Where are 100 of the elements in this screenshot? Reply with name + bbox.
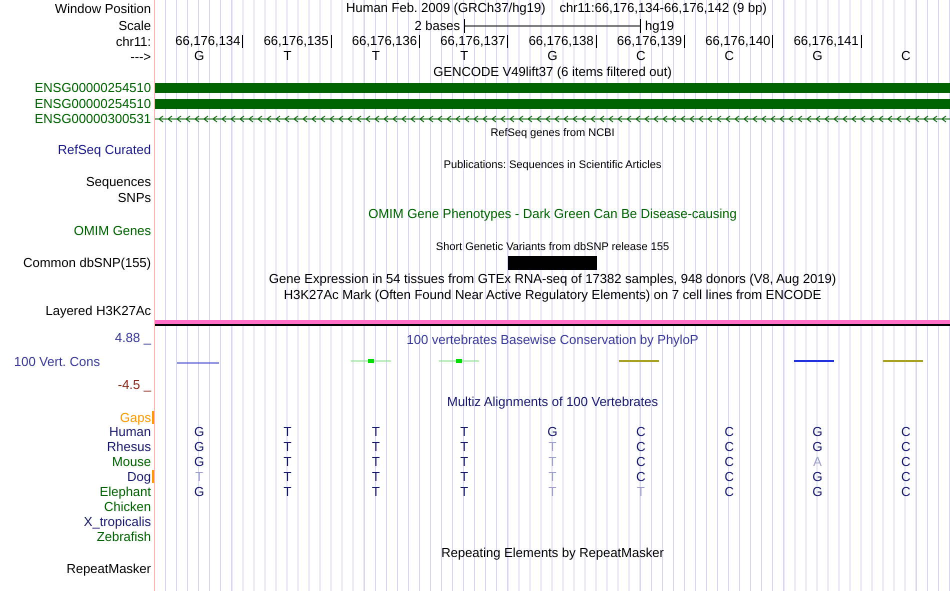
base-letter: C [636,439,646,454]
base-letter: T [460,454,468,470]
base-letter: T [460,484,468,500]
base-letter: C [724,484,734,500]
track-label: SNPs [118,190,151,205]
base-letter: T [548,484,556,500]
base-letter: G [194,48,204,64]
species-label: Elephant [100,484,151,500]
coordinate-label: 66,176,134 [175,34,242,48]
base-letter: T [548,469,556,484]
species-label: Dog [127,469,151,484]
track-title: Gene Expression in 54 tissues from GTEx RNA-seq of 17382 samples, 948 donors (V8, Aug 2019) [268,270,836,288]
base-letter: T [372,469,380,484]
species-label: Rhesus [106,439,151,454]
base-letter: T [548,439,556,454]
base-letter: T [460,48,468,64]
species-label: Human [109,424,151,440]
base-letter: C [724,439,734,454]
track-label: ---> [130,48,151,64]
axis-max-label: 4.88 _ [114,330,152,346]
base-letter: T [372,439,380,454]
base-letter: G [194,484,204,500]
species-label: Mouse [112,454,151,470]
track-label: ENSG00000254510 [34,96,151,112]
base-letter: A [813,454,822,470]
base-letter: G [812,48,823,64]
base-letter: T [460,439,468,454]
track-title: Publications: Sequences in Scientific Articles [444,158,662,174]
coordinate-label: 66,176,135 [264,34,330,48]
track-label: RepeatMasker [66,560,151,576]
track-title: 100 vertebrates Basewise Conservation by PhyloP [406,331,698,350]
scale-text: 2 bases [413,17,461,35]
species-label: Chicken [104,499,151,514]
track-label: chr11: [116,34,151,48]
base-letter: G [194,454,204,470]
coordinate-label: 66,176,141 [794,34,860,48]
track-label: Scale [118,18,151,32]
base-letter: C [636,469,646,484]
base-letter: C [724,469,734,484]
track-label: ENSG00000300531 [34,111,151,126]
base-letter: T [460,424,468,440]
track-title: Multiz Alignments of 100 Vertebrates [446,392,658,411]
base-letter: G [194,439,204,454]
base-letter: T [372,424,380,440]
track-title: Short Genetic Variants from dbSNP release 155 [436,240,670,255]
track-label: Sequences [86,174,151,189]
base-letter: C [901,439,911,454]
track-title: GENCODE V49lift37 (6 items filtered out) [433,63,672,82]
base-letter: C [901,424,911,440]
base-letter: T [460,469,468,484]
track-title: H3K27Ac Mark (Often Found Near Active Regulatory Elements) on 7 cell lines from ENCODE [284,286,822,304]
track-label: 100 Vert. Cons [13,354,101,370]
base-letter: T [284,484,292,500]
base-letter: C [724,424,734,440]
base-letter: C [901,48,911,64]
base-letter: T [195,469,204,484]
base-letter: T [284,469,292,484]
track-label: RefSeq Curated [58,142,151,158]
track-title: RefSeq genes from NCBI [490,126,615,142]
assembly-text: hg19 [644,17,675,35]
base-letter: T [548,454,556,470]
base-letter: C [636,48,646,64]
base-letter: C [724,48,734,64]
base-letter: T [284,454,292,470]
track-title: OMIM Gene Phenotypes - Dark Green Can Be Disease-causing [368,205,737,224]
base-letter: T [372,454,380,470]
base-letter: C [901,469,911,484]
base-letter: C [901,454,911,470]
coordinate-label: 66,176,137 [440,34,506,48]
track-label: Gaps [120,410,151,425]
coordinate-label: 66,176,140 [705,34,772,48]
base-letter: T [372,48,380,64]
track-label: Window Position [54,0,151,16]
base-letter: C [901,484,911,500]
base-letter: T [284,424,292,440]
track-label: ENSG00000254510 [34,80,151,96]
base-letter: C [636,454,646,470]
base-letter: G [812,469,823,484]
track-label: Common dbSNP(155) [23,255,151,270]
coordinate-label: 66,176,139 [616,34,683,48]
coordinate-label: 66,176,138 [528,34,595,48]
track-label: OMIM Genes [74,223,151,238]
base-letter: G [547,424,558,440]
species-label: X_tropicalis [84,514,151,530]
base-letter: T [284,439,292,454]
position-text: chr11:66,176,134-66,176,142 (9 bp) [559,0,767,16]
base-letter: G [812,424,823,440]
coordinate-label: 66,176,136 [352,34,418,48]
base-letter: T [372,484,380,500]
base-letter: C [724,454,734,470]
base-letter: G [812,484,823,500]
species-label: Zebrafish [96,529,151,544]
base-letter: G [194,424,204,440]
track-label: Layered H3K27Ac [45,303,151,318]
axis-min-label: -4.5 _ [118,377,152,392]
base-letter: T [284,48,292,64]
track-title: Repeating Elements by RepeatMasker [441,544,664,562]
base-letter: T [636,484,645,500]
base-letter: G [547,48,558,64]
base-letter: G [812,439,823,454]
